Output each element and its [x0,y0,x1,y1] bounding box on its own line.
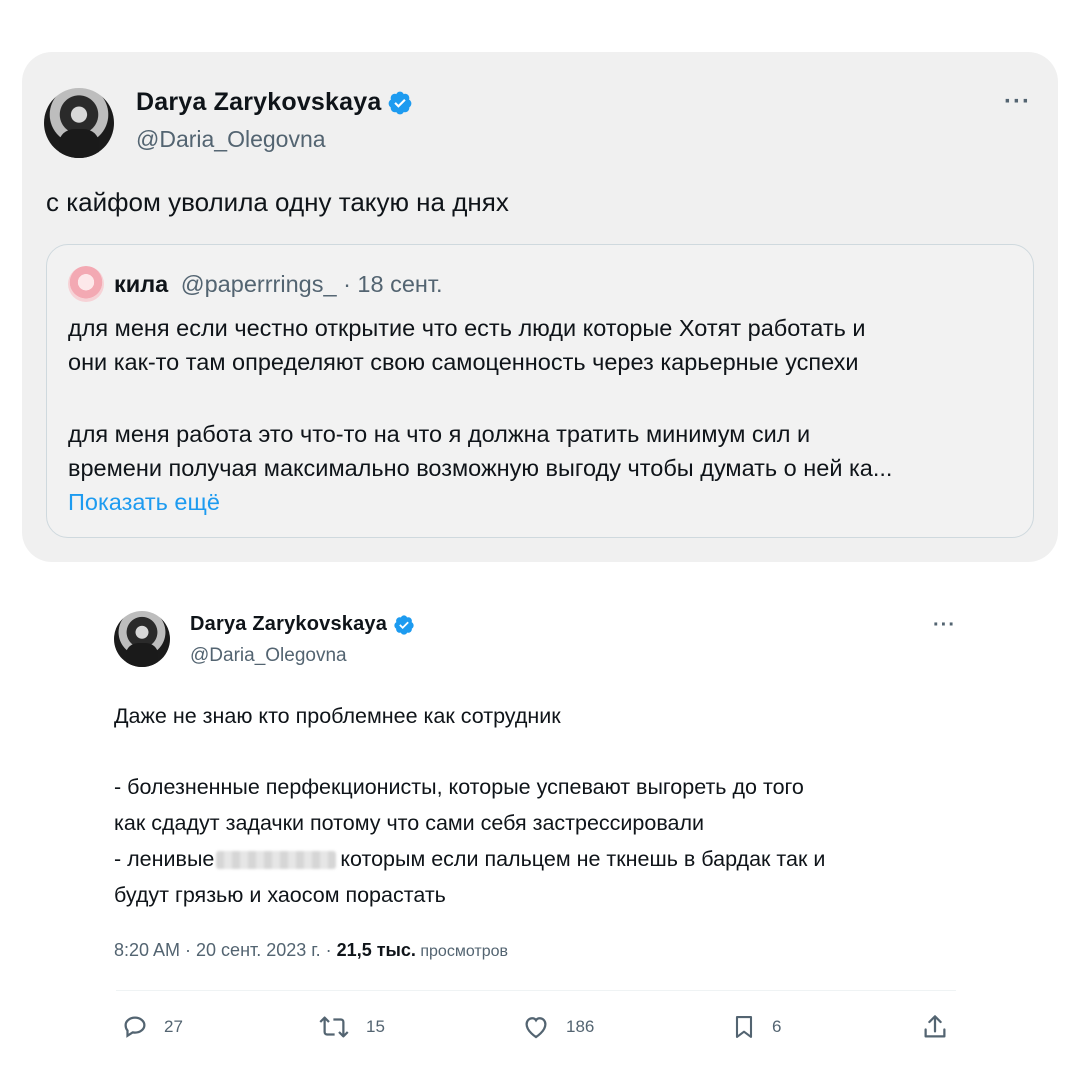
verified-badge-icon [394,615,414,635]
share-button[interactable] [920,1012,964,1042]
heart-icon [525,1017,547,1039]
reply-count: 27 [164,1017,183,1036]
quote-header: кила @paperrrings_ · 18 сент. [68,271,443,298]
reply-button[interactable]: 27 [120,1012,183,1042]
tweet-text-line: - болезненные перфекционисты, которые ус… [114,775,804,799]
quote-handle-date[interactable]: @paperrrings_ · 18 сент. [181,271,443,297]
retweet-count: 15 [366,1017,385,1036]
bookmark-count: 6 [772,1017,782,1036]
divider [116,990,956,991]
retweet-button[interactable]: 15 [316,1012,385,1042]
more-options-icon[interactable]: ··· [933,614,956,637]
author-handle[interactable]: @Daria_Olegovna [190,645,347,667]
tweet-text-line: будут грязью и хаосом порастать [114,883,446,907]
quote-text-line: для меня работа это что-то на что я долж… [68,421,811,447]
share-icon [924,1015,946,1038]
author-name[interactable]: Darya Zarykovskaya [190,613,415,636]
show-more-link[interactable]: Показать ещё [68,489,220,516]
views-label: просмотров [415,943,508,960]
quote-text-line: для меня если честно открытие что есть л… [68,315,866,341]
more-options-icon[interactable]: ··· [1004,88,1031,116]
like-count: 186 [566,1017,595,1036]
views-count: 21,5 тыс. [336,940,416,960]
verified-badge-icon [389,92,412,115]
like-button[interactable]: 186 [520,1012,594,1042]
author-name[interactable]: Darya Zarykovskaya [136,88,413,117]
retweet-icon [319,1016,349,1038]
redacted-word [216,851,337,870]
quote-author-name[interactable]: кила [114,271,168,297]
reply-icon [124,1016,146,1038]
quote-text-line: времени получая максимально возможную вы… [68,455,893,481]
timestamp[interactable]: 8:20 AM · 20 сент. 2023 г. · [114,940,337,960]
author-handle[interactable]: @Daria_Olegovna [136,126,326,153]
avatar[interactable] [44,88,114,158]
tweet-meta: 8:20 AM · 20 сент. 2023 г. · 21,5 тыс. п… [114,940,508,961]
avatar[interactable] [114,611,170,667]
bookmark-button[interactable]: 6 [730,1012,781,1042]
tweet-text: с кайфом уволила одну такую на днях [46,187,509,217]
tweet-text-line: как сдадут задачки потому что сами себя … [114,811,705,835]
quote-text-line: они как-то там определяют свою самоценно… [68,349,859,375]
tweet-text-line: Даже не знаю кто проблемнее как сотрудни… [114,704,561,728]
tweet-text-line: - ленивые которым если пальцем не ткнешь … [114,847,826,871]
bookmark-icon [735,1016,753,1038]
